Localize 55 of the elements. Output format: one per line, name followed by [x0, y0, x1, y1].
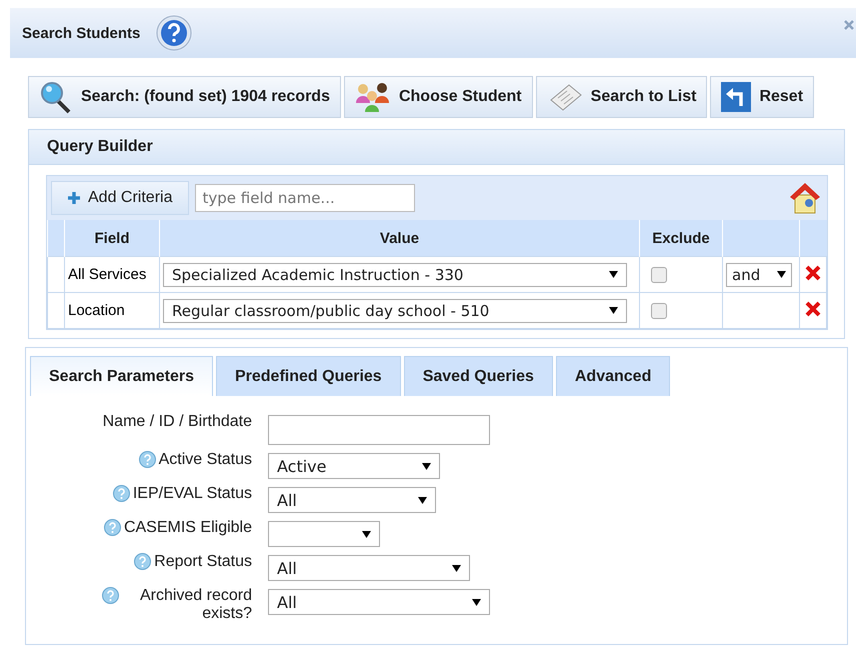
help-icon[interactable]	[138, 451, 156, 468]
column-header: Exclude	[640, 220, 722, 256]
field-label: IEP/EVAL Status	[132, 485, 252, 503]
caret-icon	[609, 271, 618, 278]
panel-title: Query Builder	[47, 138, 153, 156]
table-cell: All Services	[64, 256, 160, 292]
dropdown[interactable]: All	[268, 589, 490, 615]
window-title: Search Students	[22, 24, 140, 42]
caret-icon	[777, 271, 786, 278]
field-label: Report Status	[154, 553, 252, 571]
help-icon[interactable]	[104, 519, 121, 536]
toolbar-button[interactable]: Search to List	[536, 76, 708, 118]
delete-icon[interactable]	[805, 264, 821, 280]
caret-icon	[472, 598, 481, 606]
dropdown[interactable]: All	[268, 555, 470, 581]
help-icon[interactable]	[156, 15, 192, 51]
help-icon[interactable]	[112, 485, 130, 502]
add-criteria-button[interactable]: Add Criteria	[51, 181, 190, 215]
close-icon[interactable]	[844, 20, 854, 30]
help-icon[interactable]	[102, 587, 119, 604]
column-header: Value	[160, 220, 640, 256]
tab[interactable]: Search Parameters	[30, 356, 213, 396]
value-dropdown[interactable]: Regular classroom/public day school - 510	[163, 298, 627, 322]
caret-icon	[362, 530, 371, 538]
dropdown[interactable]	[268, 521, 380, 547]
search-icon	[39, 80, 73, 114]
caret-icon	[452, 564, 461, 572]
help-icon[interactable]	[134, 553, 152, 570]
exclude-checkbox[interactable]	[651, 267, 667, 284]
field-label: Name / ID / Birthdate	[102, 413, 252, 431]
tab[interactable]: Predefined Queries	[216, 356, 401, 396]
toolbar-button[interactable]: Reset	[710, 76, 814, 118]
caret-icon	[609, 307, 618, 314]
plus-icon	[68, 192, 80, 204]
value-dropdown[interactable]: Specialized Academic Instruction - 330	[163, 262, 627, 286]
conjunction-dropdown[interactable]: and	[726, 262, 792, 286]
field-name-input[interactable]: type field name...	[195, 184, 416, 212]
tab[interactable]: Saved Queries	[404, 356, 553, 396]
field-label: Active Status	[158, 451, 252, 469]
text-input[interactable]	[268, 415, 490, 445]
field-label: Archived record exists?	[138, 587, 252, 623]
column-header: Field	[64, 220, 160, 256]
toolbar-button[interactable]: Choose Student	[344, 76, 533, 118]
tab[interactable]: Advanced	[556, 356, 670, 396]
delete-icon[interactable]	[805, 300, 821, 316]
dropdown[interactable]: Active	[268, 453, 440, 479]
field-label: CASEMIS Eligible	[124, 519, 252, 537]
dropdown[interactable]: All	[268, 487, 436, 513]
caret-icon	[422, 462, 431, 470]
house-icon[interactable]	[789, 181, 821, 215]
toolbar-button[interactable]: Search: (found set) 1904 records	[28, 76, 341, 118]
caret-icon	[418, 496, 427, 504]
table-cell: Location	[64, 292, 160, 328]
people-icon	[354, 81, 391, 113]
exclude-checkbox[interactable]	[651, 303, 667, 320]
